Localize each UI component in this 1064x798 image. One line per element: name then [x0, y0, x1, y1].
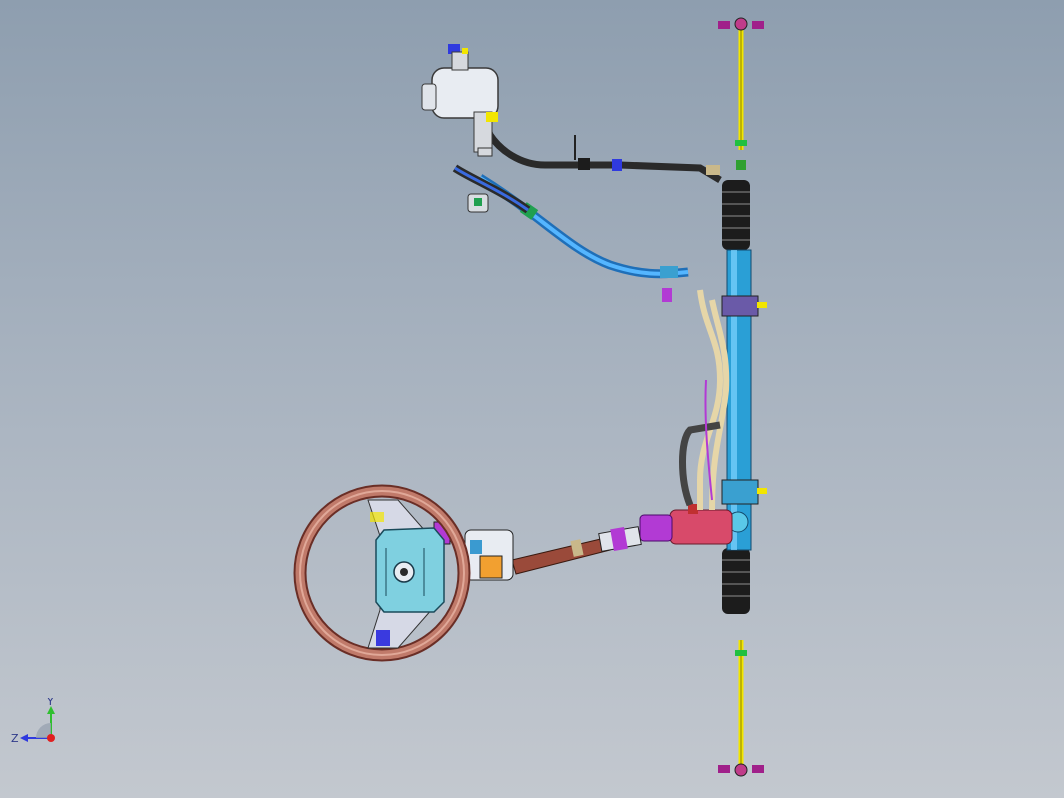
steering-rack[interactable] — [721, 249, 767, 551]
hydraulic-lines — [679, 289, 730, 511]
y-axis-label: Y — [46, 698, 54, 708]
tie-rod-lower[interactable] — [718, 640, 764, 777]
airbag-module[interactable] — [375, 527, 445, 613]
coordinate-triad: Y Z — [11, 698, 55, 745]
tie-rod-upper[interactable] — [718, 17, 764, 170]
rack-boot-lower — [722, 548, 750, 614]
steering-assembly-model[interactable] — [0, 0, 1064, 798]
return-hose[interactable] — [452, 164, 531, 214]
rack-boot-upper — [722, 180, 750, 250]
z-axis-label: Z — [11, 732, 19, 745]
z-axis-arrow-icon — [20, 734, 28, 742]
power-steering-reservoir[interactable] — [421, 44, 499, 157]
cad-viewport[interactable]: Y Z — [0, 0, 1064, 798]
origin-dot — [47, 734, 55, 742]
intermediate-shaft[interactable] — [511, 526, 642, 575]
pressure-hose[interactable] — [481, 118, 722, 184]
steering-gear-valve[interactable] — [639, 504, 733, 545]
